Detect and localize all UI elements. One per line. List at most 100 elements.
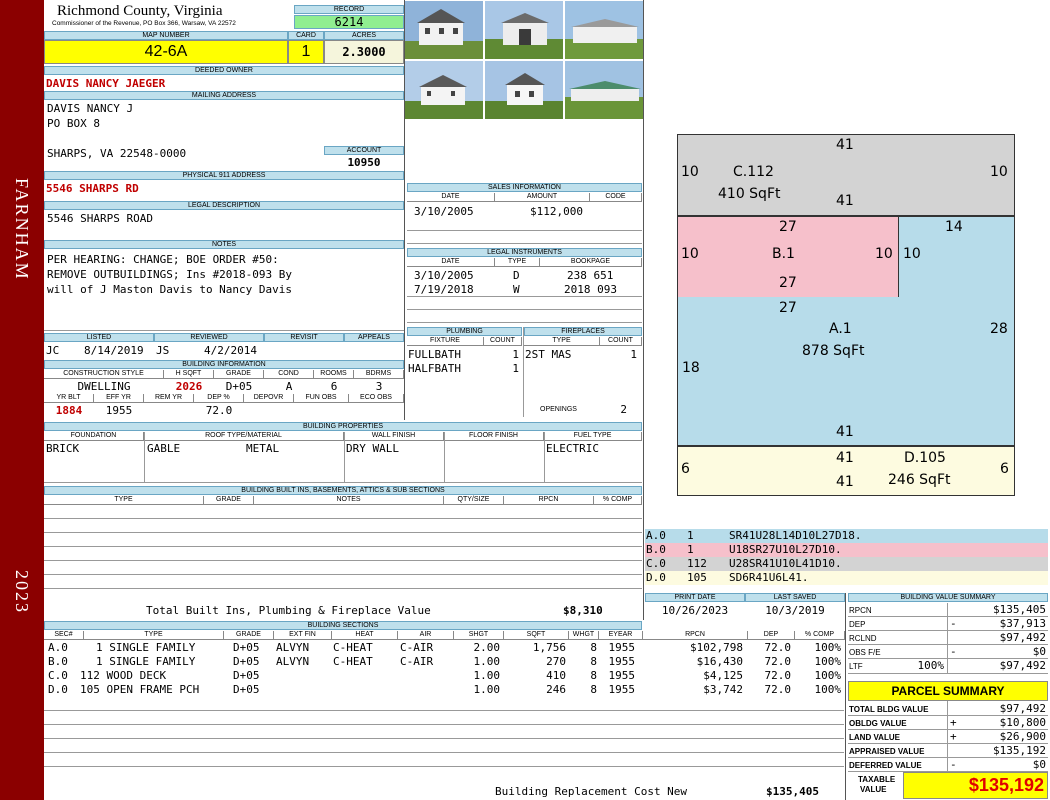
sections-dep-header: DEP: [748, 631, 795, 640]
bvs-ltf-percent: 100%: [917, 659, 945, 672]
builtins-grade-header: GRADE: [204, 496, 254, 505]
grade-header: GRADE: [214, 370, 264, 379]
parcel-appraised-label: APPRAISED VALUE: [849, 747, 925, 756]
bvs-dep-label: DEP: [849, 620, 866, 629]
hsqft-header: H SQFT: [164, 370, 214, 379]
listed-date: 8/14/2019: [84, 344, 144, 357]
sales-date: 3/10/2005: [414, 205, 474, 218]
parcel-bldg-label: TOTAL BLDG VALUE: [849, 705, 929, 714]
house-photo-3: [485, 61, 563, 119]
roof-material-value: METAL: [246, 442, 280, 455]
sketch-section-b: 27 10 10 B.1 27: [677, 216, 899, 298]
taxable-label-1: TAXABLE: [858, 775, 896, 784]
openings-value: 2: [620, 403, 627, 416]
effyr-value: 1955: [105, 404, 133, 417]
style-value: DWELLING: [77, 380, 131, 393]
parcel-summary-header: PARCEL SUMMARY: [848, 681, 1048, 701]
floor-header: FLOOR FINISH: [444, 432, 544, 441]
legal-instruments-header: LEGAL INSTRUMENTS: [407, 248, 642, 257]
effyr-header: EFF YR: [94, 394, 144, 403]
sections-sec-header: SEC#: [44, 631, 84, 640]
parcel-obldg-label: OBLDG VALUE: [849, 719, 907, 728]
commissioner-address: Commissioner of the Revenue, PO Box 366,…: [52, 20, 236, 27]
sections-whgt-header: WHGT: [569, 631, 599, 640]
physical-address-value: 5546 SHARPS RD: [46, 182, 139, 195]
deeded-owner-value: DAVIS NANCY JAEGER: [46, 77, 166, 90]
funobs-header: FUN OBS: [294, 394, 349, 403]
mailing-line-2: PO BOX 8: [47, 117, 100, 130]
replacement-cost-value: $135,405: [766, 785, 819, 798]
yrblt-value: 1884: [55, 404, 83, 417]
grade-value: D+05: [225, 380, 253, 393]
map-number-header: MAP NUMBER: [44, 31, 288, 40]
physical-address-header: PHYSICAL 911 ADDRESS: [44, 171, 404, 180]
yrblt-header: YR BLT: [44, 394, 94, 403]
parcel-deferred-value: $0: [1032, 758, 1046, 771]
card-header: CARD: [288, 31, 324, 40]
house-photo-2: [405, 61, 483, 119]
fireplace-type-header: TYPE: [524, 337, 600, 346]
sales-code-header: CODE: [590, 193, 642, 202]
building-properties-header: BUILDING PROPERTIES: [44, 422, 642, 431]
instruments-bookpage-header: BOOKPAGE: [540, 258, 642, 267]
style-header: CONSTRUCTION STYLE: [44, 370, 164, 379]
sections-extfin-header: EXT FIN: [274, 631, 332, 640]
notes-header: NOTES: [44, 240, 404, 249]
listed-header: LISTED: [44, 333, 154, 342]
foundation-header: FOUNDATION: [44, 432, 144, 441]
district-label: FARNHAM: [12, 178, 32, 281]
depovr-header: DEPOVR: [244, 394, 294, 403]
builtins-qty-header: QTY/SIZE: [444, 496, 504, 505]
bvs-obs-value: $0: [1032, 645, 1046, 658]
sidebar: FARNHAM 2023: [0, 0, 44, 800]
hsqft-value: 2026: [175, 380, 203, 393]
bvs-obs-label: OBS F/E: [849, 648, 881, 657]
builtins-total-label: Total Built Ins, Plumbing & Fireplace Va…: [146, 604, 431, 617]
sales-header: SALES INFORMATION: [407, 183, 642, 192]
sketch-legend-row: A.0 1 SR41U28L14D10L27D18.: [645, 529, 1048, 543]
bvs-header: BUILDING VALUE SUMMARY: [848, 593, 1048, 602]
record-header: RECORD: [294, 5, 404, 14]
building-info-header: BUILDING INFORMATION: [44, 360, 404, 369]
card-value: 1: [288, 40, 324, 64]
account-value: 10950: [347, 156, 381, 169]
building-sections-header: BUILDING SECTIONS: [44, 621, 642, 630]
sketch-section-d: 41 D.105 6 6 41 246 SqFt: [677, 446, 1015, 496]
listed-by: JC: [46, 344, 60, 357]
plumbing-header: PLUMBING: [407, 327, 522, 336]
reviewed-header: REVIEWED: [154, 333, 264, 342]
parcel-obldg-value: $10,800: [999, 716, 1046, 729]
parcel-bldg-value: $97,492: [999, 702, 1046, 715]
sales-date-header: DATE: [407, 193, 495, 202]
bvs-rpcn-value: $135,405: [993, 603, 1046, 616]
sketch-section-a-upper: 14 10: [899, 216, 1015, 298]
bvs-rclnd-value: $97,492: [999, 631, 1046, 644]
instruments-type-header: TYPE: [495, 258, 540, 267]
bvs-ltf-value: $97,492: [999, 659, 1046, 672]
builtins-rpcn-header: RPCN: [504, 496, 594, 505]
bdrms-header: BDRMS: [354, 370, 404, 379]
barn-photo-1: [565, 1, 643, 59]
record-value: 6214: [294, 15, 404, 29]
fireplaces-header: FIREPLACES: [524, 327, 642, 336]
acres-header: ACRES: [324, 31, 404, 40]
sketch-legend-row: B.0 1 U18SR27U10L27D10.: [645, 543, 1048, 557]
builtins-comp-header: % COMP: [594, 496, 642, 505]
fixture-1: FULLBATH: [408, 348, 461, 361]
plumbing-count-header: COUNT: [484, 337, 522, 346]
rooms-header: ROOMS: [314, 370, 354, 379]
builtins-total-value: $8,310: [563, 604, 603, 617]
parcel-land-value: $26,900: [999, 730, 1046, 743]
cond-header: COND: [264, 370, 314, 379]
sections-shgt-header: SHGT: [454, 631, 504, 640]
sketch-section-c: 41 10 10 C.112 410 SqFt 41: [677, 134, 1015, 216]
sections-eyear-header: EYEAR: [599, 631, 643, 640]
builtins-header: BUILDING BUILT INS, BASEMENTS, ATTICS & …: [44, 486, 642, 495]
print-date-header: PRINT DATE: [645, 593, 745, 602]
builtins-notes-header: NOTES: [254, 496, 444, 505]
instrument-date-2: 7/19/2018: [414, 283, 474, 296]
legal-description-value: 5546 SHARPS ROAD: [47, 212, 153, 225]
instrument-type-2: W: [513, 283, 520, 296]
sketch-section-a: 27 28 A.1 878 SqFt 18 41: [677, 297, 1015, 446]
house-photo-1: [405, 1, 483, 59]
